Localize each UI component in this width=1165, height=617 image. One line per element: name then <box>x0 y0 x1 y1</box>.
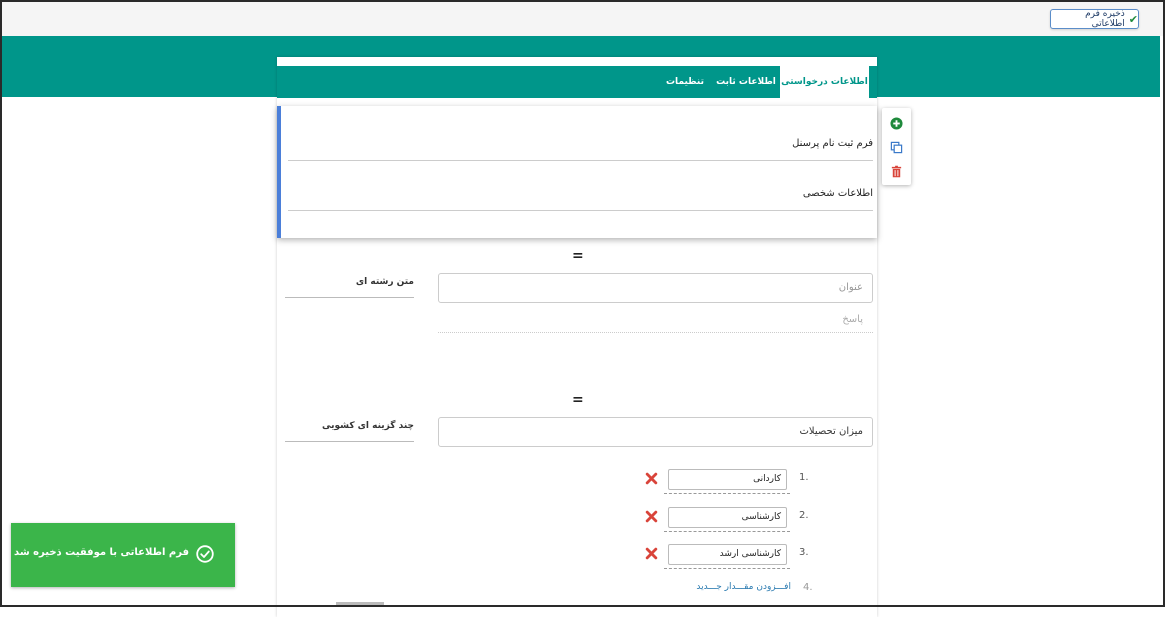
save-form-label: ذخیره فرم اطلاعاتی <box>1085 9 1125 29</box>
option-input[interactable]: کارشناسی <box>668 507 787 528</box>
tab-requested-info[interactable]: اطلاعات درخواستی <box>780 66 869 98</box>
tab-fixed-info[interactable]: اطلاعات ثابت <box>715 66 777 98</box>
question-title-input[interactable]: میزان تحصیلات <box>438 417 873 447</box>
option-number: 1. <box>799 472 809 483</box>
option-number: 2. <box>799 510 809 521</box>
form-title-input[interactable]: فرم ثبت نام پرسنل <box>288 138 873 161</box>
delete-option-icon[interactable] <box>645 547 658 560</box>
new-option-number: 4. <box>803 582 813 593</box>
form-title-card: فرم ثبت نام پرسنل اطلاعات شخصی <box>277 106 877 238</box>
delete-option-icon[interactable] <box>645 472 658 485</box>
option-number: 3. <box>799 547 809 558</box>
check-circle-icon <box>196 545 214 563</box>
toast-message: فرم اطلاعاتی با موفقیت ذخیره شد <box>14 547 189 558</box>
top-toolbar: ✔ ذخیره فرم اطلاعاتی <box>0 0 1165 36</box>
tab-settings[interactable]: تنظیمات <box>662 66 708 98</box>
option-input[interactable]: کاردانی <box>668 469 787 490</box>
copy-icon[interactable] <box>890 141 903 154</box>
horizontal-scrollbar[interactable] <box>336 602 384 605</box>
add-question-icon[interactable] <box>890 117 903 130</box>
trash-icon[interactable] <box>890 165 903 178</box>
question-type-label[interactable]: چند گزینه ای کشویی <box>285 421 414 442</box>
option-underline <box>664 493 790 494</box>
answer-field: پاسخ <box>438 311 873 333</box>
drag-handle-icon[interactable]: = <box>572 392 584 408</box>
drag-handle-icon[interactable]: = <box>572 248 584 264</box>
form-description-input[interactable]: اطلاعات شخصی <box>288 188 873 211</box>
save-form-button[interactable]: ✔ ذخیره فرم اطلاعاتی <box>1050 9 1139 29</box>
add-new-option-link[interactable]: افـــزودن مقـــدار جـــدید <box>660 582 791 592</box>
question-actions-toolbar <box>882 108 911 185</box>
delete-option-icon[interactable] <box>645 510 658 523</box>
option-input[interactable]: کارشناسی ارشد <box>668 544 787 565</box>
success-toast[interactable]: فرم اطلاعاتی با موفقیت ذخیره شد <box>11 523 235 587</box>
option-underline <box>664 568 790 569</box>
option-underline <box>664 531 790 532</box>
checkmark-icon: ✔ <box>1128 12 1138 26</box>
tab-bar: اطلاعات درخواستی اطلاعات ثابت تنظیمات <box>277 66 877 98</box>
question-type-label[interactable]: متن رشته ای <box>285 277 414 298</box>
question-title-input[interactable]: عنوان <box>438 273 873 303</box>
